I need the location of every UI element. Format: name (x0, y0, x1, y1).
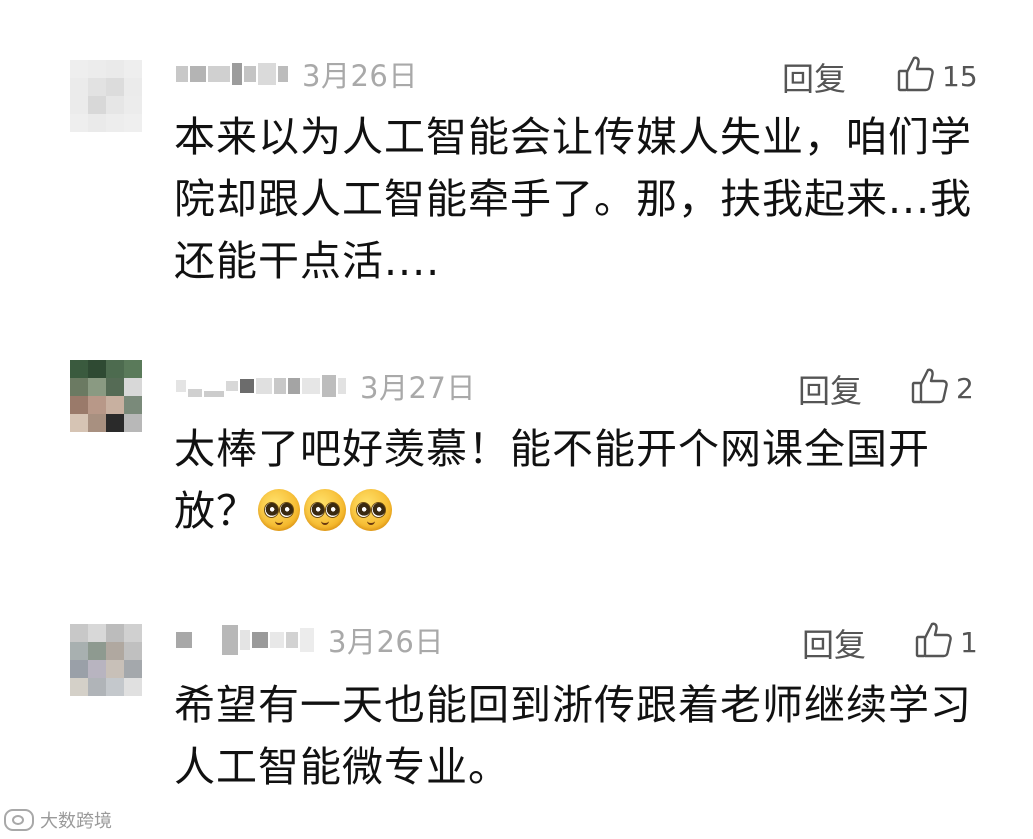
avatar-pixel (70, 378, 88, 396)
avatar-pixel (88, 414, 106, 432)
avatar-pixel (124, 396, 142, 414)
avatar-pixel (70, 678, 88, 696)
comment-meta: 3月26日 (176, 52, 418, 96)
avatar-pixel (124, 60, 142, 78)
avatar-pixel (106, 114, 124, 132)
watermark-text: 大数跨境 (40, 811, 112, 832)
avatar-pixel (106, 96, 124, 114)
avatar-pixel (70, 642, 88, 660)
avatar-pixel (124, 378, 142, 396)
comment-date: 3月26日 (302, 59, 418, 93)
avatar-pixel (106, 378, 124, 396)
avatar-pixel (124, 114, 142, 132)
username-blurred[interactable] (176, 371, 348, 401)
avatar-pixel (124, 642, 142, 660)
avatar-pixel (88, 642, 106, 660)
watermark: 大数跨境 (4, 807, 112, 833)
reply-button[interactable]: 回复 (802, 620, 866, 666)
avatar-pixel (70, 96, 88, 114)
camera-logo-icon (4, 809, 34, 831)
avatar-pixel (70, 114, 88, 132)
reply-button[interactable]: 回复 (782, 54, 846, 100)
avatar-pixel (124, 360, 142, 378)
comment-meta: 3月26日 (176, 618, 444, 662)
avatar-pixel (106, 678, 124, 696)
comment-meta: 3月27日 (176, 364, 476, 408)
avatar-pixel (70, 624, 88, 642)
pleading-face-emoji-icon (258, 489, 300, 531)
avatar-pixel (70, 78, 88, 96)
thumbs-up-icon (896, 54, 936, 98)
comment-date: 3月27日 (360, 371, 476, 405)
avatar[interactable] (70, 360, 142, 432)
avatar-pixel (124, 624, 142, 642)
comment-text: 本来以为人工智能会让传媒人失业，咱们学院却跟人工智能牵手了。那，扶我起来...我… (174, 113, 973, 285)
avatar-pixel (88, 60, 106, 78)
avatar-pixel (124, 660, 142, 678)
comment-date: 3月26日 (328, 625, 444, 659)
avatar-pixel (106, 414, 124, 432)
avatar-pixel (70, 360, 88, 378)
avatar-pixel (88, 78, 106, 96)
comment-text: 太棒了吧好羡慕！能不能开个网课全国开放？ (174, 418, 974, 542)
avatar-pixel (88, 678, 106, 696)
avatar-pixel (106, 642, 124, 660)
like-button[interactable]: 1 (914, 620, 978, 664)
like-button[interactable]: 2 (910, 366, 974, 410)
pleading-face-emoji-icon (304, 489, 346, 531)
like-button[interactable]: 15 (896, 54, 978, 98)
avatar-pixel (106, 60, 124, 78)
avatar-pixel (88, 96, 106, 114)
avatar-pixel (106, 78, 124, 96)
avatar-pixel (88, 624, 106, 642)
avatar-pixel (70, 60, 88, 78)
avatar-pixel (70, 414, 88, 432)
thumbs-up-icon (910, 366, 950, 410)
avatar-pixel (124, 96, 142, 114)
avatar[interactable] (70, 60, 142, 132)
avatar-pixel (124, 78, 142, 96)
avatar-pixel (106, 396, 124, 414)
like-count: 1 (960, 625, 978, 659)
avatar-pixel (88, 660, 106, 678)
reply-button[interactable]: 回复 (798, 366, 862, 412)
username-blurred[interactable] (176, 59, 290, 89)
avatar-pixel (88, 114, 106, 132)
avatar-pixel (124, 414, 142, 432)
avatar-pixel (124, 678, 142, 696)
thumbs-up-icon (914, 620, 954, 664)
avatar-pixel (70, 396, 88, 414)
pleading-face-emoji-icon (350, 489, 392, 531)
avatar-pixel (70, 660, 88, 678)
avatar-pixel (88, 360, 106, 378)
like-count: 15 (942, 59, 978, 93)
avatar-pixel (88, 396, 106, 414)
avatar-pixel (106, 660, 124, 678)
like-count: 2 (956, 371, 974, 405)
username-blurred[interactable] (176, 625, 316, 655)
avatar-pixel (106, 624, 124, 642)
comment-text: 希望有一天也能回到浙传跟着老师继续学习人工智能微专业。 (174, 681, 972, 791)
avatar-pixel (106, 360, 124, 378)
avatar-pixel (88, 378, 106, 396)
avatar[interactable] (70, 624, 142, 696)
